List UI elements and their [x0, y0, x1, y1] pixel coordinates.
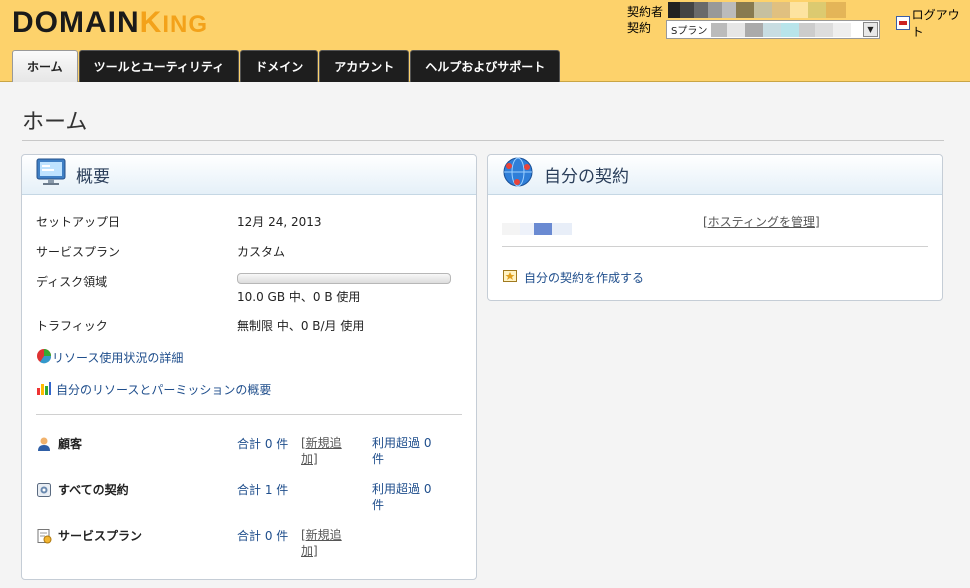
permissions-overview-link[interactable]: 自分のリソースとパーミッションの概要	[36, 380, 271, 399]
page-title: ホーム	[22, 110, 88, 135]
service-plans-label: サービスプラン	[58, 529, 143, 543]
contract-select[interactable]: Sプラン ▼	[666, 20, 880, 39]
contractor-label: 契約者	[627, 5, 664, 19]
tab-help-support[interactable]: ヘルプおよびサポート	[410, 50, 561, 82]
my-subscriptions-panel: 自分の契約 [ホスティングを管理] 自分の契約を作成する	[487, 154, 943, 301]
subscriptions-overuse-link[interactable]: 利用超過 0 件	[372, 481, 444, 513]
customers-label: 顧客	[58, 437, 83, 451]
create-subscription-label: 自分の契約を作成する	[524, 271, 645, 285]
chevron-down-icon[interactable]: ▼	[863, 22, 878, 37]
subscriptions-summary: すべての契約	[36, 481, 129, 498]
subscription-name-redacted	[502, 223, 572, 235]
subscriptions-total-link[interactable]: 合計 1 件	[237, 481, 288, 498]
disk-usage-bar	[237, 273, 451, 284]
customers-total-link[interactable]: 合計 0 件	[237, 435, 288, 452]
tab-domains[interactable]: ドメイン	[240, 50, 319, 82]
setup-date-label: セットアップ日	[36, 215, 121, 229]
customers-overuse-link[interactable]: 利用超過 0 件	[372, 435, 444, 467]
contract-label: 契約	[627, 21, 652, 35]
service-plan-label: サービスプラン	[36, 245, 121, 259]
add-customer-link[interactable]: [新規追加]	[301, 435, 357, 467]
permissions-overview-link-label: 自分のリソースとパーミッションの概要	[56, 383, 272, 397]
tab-tools[interactable]: ツールとユーティリティ	[78, 50, 240, 82]
logout-link[interactable]: ログアウト	[896, 6, 970, 40]
service-plans-summary: サービスプラン	[36, 527, 142, 544]
account-info: 契約者 契約	[627, 4, 663, 36]
top-header: DOMAINKING 契約者 契約 Sプラン ▼ ログアウト ホーム ツールとユ…	[0, 0, 970, 82]
my-subscriptions-divider	[502, 246, 928, 247]
logo-text-domain: DOMAIN	[12, 6, 140, 39]
logo-text-ing: ING	[162, 11, 208, 38]
setup-date-value: 12月 24, 2013	[237, 215, 322, 229]
service-plan-icon	[36, 528, 52, 544]
overview-title: 概要	[76, 167, 110, 187]
customer-icon	[36, 436, 52, 452]
overview-panel: 概要 セットアップ日 12月 24, 2013 サービスプラン カスタム ディス…	[21, 154, 477, 580]
logout-label: ログアウト	[911, 8, 960, 39]
logout-icon	[896, 16, 910, 30]
disk-space-value: 10.0 GB 中、0 B 使用	[237, 290, 361, 304]
my-subscriptions-header: 自分の契約	[488, 155, 942, 195]
subscriptions-label: すべての契約	[58, 483, 129, 497]
overview-divider	[36, 414, 462, 415]
tab-home[interactable]: ホーム	[12, 50, 78, 82]
create-subscription-link[interactable]: 自分の契約を作成する	[502, 268, 644, 287]
create-subscription-icon	[502, 268, 518, 287]
contractor-name-redacted	[668, 2, 846, 18]
resource-usage-link[interactable]: リソース使用状況の詳細	[36, 348, 183, 367]
title-divider	[22, 140, 944, 141]
overview-panel-header: 概要	[22, 155, 476, 195]
service-plan-value: カスタム	[237, 245, 286, 259]
monitor-icon	[36, 158, 66, 191]
contract-selected-value: Sプラン	[671, 26, 708, 37]
disk-space-label: ディスク領域	[36, 275, 108, 289]
my-subscriptions-title: 自分の契約	[544, 167, 629, 187]
logo-text-k: K	[139, 6, 163, 39]
bar-chart-icon	[36, 380, 52, 399]
tab-account[interactable]: アカウント	[319, 50, 410, 82]
contract-name-redacted	[711, 23, 851, 37]
resource-usage-link-label: リソース使用状況の詳細	[52, 351, 184, 365]
manage-hosting-link[interactable]: [ホスティングを管理]	[703, 213, 820, 230]
service-plans-total-link[interactable]: 合計 0 件	[237, 527, 288, 544]
subscription-icon	[36, 482, 52, 498]
globe-network-icon	[502, 156, 534, 193]
customers-summary: 顧客	[36, 435, 82, 452]
add-service-plan-link[interactable]: [新規追加]	[301, 527, 357, 559]
traffic-value: 無制限 中、0 B/月 使用	[237, 319, 365, 333]
pie-chart-icon	[36, 348, 52, 367]
domainking-logo[interactable]: DOMAINKING	[12, 6, 208, 40]
main-tabs: ホーム ツールとユーティリティ ドメイン アカウント ヘルプおよびサポート	[12, 50, 561, 82]
traffic-label: トラフィック	[36, 319, 108, 333]
